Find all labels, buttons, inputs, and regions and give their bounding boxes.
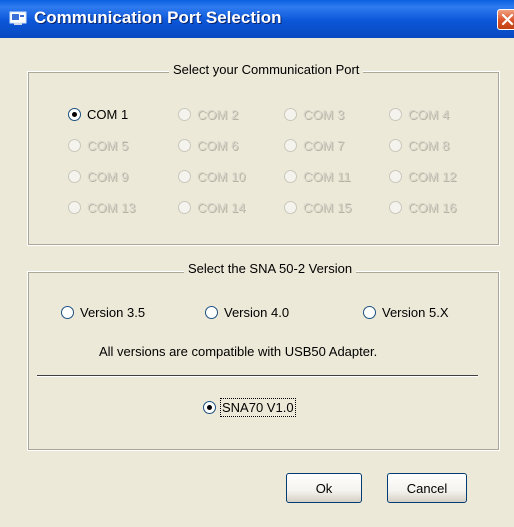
close-button[interactable] [497,9,514,30]
radio-circle [61,305,74,319]
title-bar[interactable]: Communication Port Selection [0,0,514,38]
com-9-radio[interactable]: COM 9 [68,167,128,185]
radio-circle [389,138,402,152]
radio-circle [178,200,191,214]
radio-circle [205,305,218,319]
com-9-label: COM 9 [87,168,129,184]
ok-button[interactable]: Ok [286,473,362,503]
version-group [27,271,500,451]
communication-port-dialog: Communication Port Selection Select your… [0,0,514,527]
com-11-radio[interactable]: COM 11 [284,167,350,185]
sna70-label: SNA70 V1.0 [220,397,296,417]
radio-circle [178,169,191,183]
port-group-title: Select your Communication Port [169,62,364,77]
com-11-label: COM 11 [303,168,351,184]
com-6-label: COM 6 [197,137,239,153]
radio-circle [68,200,81,214]
radio-circle [284,107,297,121]
com-15-label: COM 15 [303,199,352,215]
version-5-x-label: Version 5.X [382,304,449,320]
com-14-radio[interactable]: COM 14 [178,198,245,216]
radio-circle [284,200,297,214]
radio-circle [68,107,81,121]
com-7-label: COM 7 [303,137,345,153]
com-6-radio[interactable]: COM 6 [178,136,238,154]
version-group-title: Select the SNA 50-2 Version [184,261,357,276]
version-4-0-label: Version 4.0 [224,304,290,320]
version-5-x-radio[interactable]: Version 5.X [363,303,449,321]
radio-circle [284,138,297,152]
radio-circle [68,169,81,183]
com-16-radio[interactable]: COM 16 [389,198,456,216]
version-4-0-radio[interactable]: Version 4.0 [205,303,289,321]
radio-circle [363,305,376,319]
com-1-label: COM 1 [87,106,129,122]
separator [37,375,478,377]
sna70-radio[interactable]: SNA70 V1.0 [203,397,296,417]
radio-circle [389,169,402,183]
com-7-radio[interactable]: COM 7 [284,136,344,154]
com-4-label: COM 4 [408,106,450,122]
com-2-radio[interactable]: COM 2 [178,105,238,123]
radio-circle [389,107,402,121]
com-3-label: COM 3 [303,106,345,122]
com-5-label: COM 5 [87,137,129,153]
compatibility-note: All versions are compatible with USB50 A… [99,344,378,359]
com-1-radio[interactable]: COM 1 [68,105,128,123]
com-10-radio[interactable]: COM 10 [178,167,245,185]
version-3-5-label: Version 3.5 [80,304,146,320]
port-group [27,71,500,246]
com-15-radio[interactable]: COM 15 [284,198,351,216]
com-4-radio[interactable]: COM 4 [389,105,449,123]
com-16-label: COM 16 [408,199,457,215]
com-2-label: COM 2 [197,106,239,122]
app-icon [9,11,27,25]
close-icon [501,13,514,26]
com-13-radio[interactable]: COM 13 [68,198,135,216]
com-5-radio[interactable]: COM 5 [68,136,128,154]
radio-circle [178,138,191,152]
com-13-label: COM 13 [87,199,136,215]
dialog-client-area: Select your Communication Port COM 1 COM… [0,38,514,527]
radio-circle [178,107,191,121]
radio-circle [284,169,297,183]
radio-circle [389,200,402,214]
com-10-label: COM 10 [197,168,246,184]
com-12-radio[interactable]: COM 12 [389,167,456,185]
com-14-label: COM 14 [197,199,246,215]
com-12-label: COM 12 [408,168,457,184]
radio-circle [68,138,81,152]
version-3-5-radio[interactable]: Version 3.5 [61,303,145,321]
cancel-button[interactable]: Cancel [387,473,467,503]
window-title: Communication Port Selection [34,8,282,27]
com-8-label: COM 8 [408,137,450,153]
com-8-radio[interactable]: COM 8 [389,136,449,154]
radio-circle [203,400,216,414]
com-3-radio[interactable]: COM 3 [284,105,344,123]
